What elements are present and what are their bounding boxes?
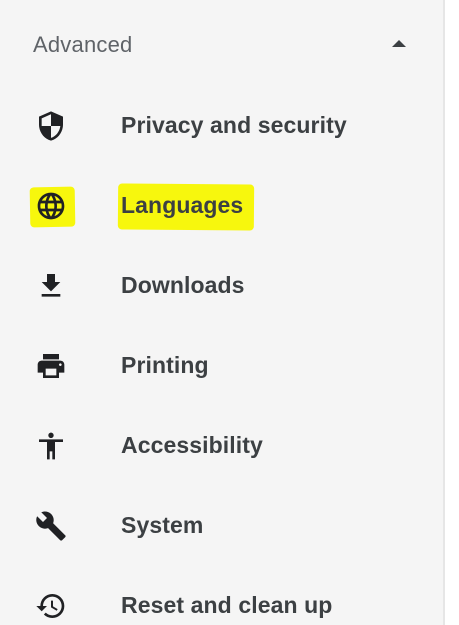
sidebar-item-label: Printing [121,352,209,378]
advanced-section-title: Advanced [33,32,133,57]
sidebar-item-label: Privacy and security [121,112,347,138]
accessibility-icon [33,428,69,464]
globe-icon [33,188,69,224]
sidebar-item-label: Downloads [121,272,245,298]
wrench-icon [33,508,69,544]
sidebar-item-label: Reset and clean up [121,592,333,618]
sidebar-item-label: Languages [121,192,244,218]
chevron-up-icon[interactable] [392,40,406,47]
settings-sidebar: Advanced Privacy and security Languages … [0,0,445,625]
sidebar-item-system[interactable]: System [0,486,443,566]
printer-icon [33,348,69,384]
sidebar-item-privacy-and-security[interactable]: Privacy and security [0,86,443,166]
advanced-section-header[interactable]: Advanced [0,12,443,76]
sidebar-item-printing[interactable]: Printing [0,326,443,406]
shield-icon [33,108,69,144]
download-icon [33,268,69,304]
sidebar-item-reset-and-clean-up[interactable]: Reset and clean up [0,566,443,625]
restore-icon [33,588,69,624]
sidebar-item-label: System [121,512,204,538]
sidebar-item-languages[interactable]: Languages [0,166,443,246]
sidebar-item-accessibility[interactable]: Accessibility [0,406,443,486]
sidebar-item-downloads[interactable]: Downloads [0,246,443,326]
sidebar-item-label: Accessibility [121,432,263,458]
